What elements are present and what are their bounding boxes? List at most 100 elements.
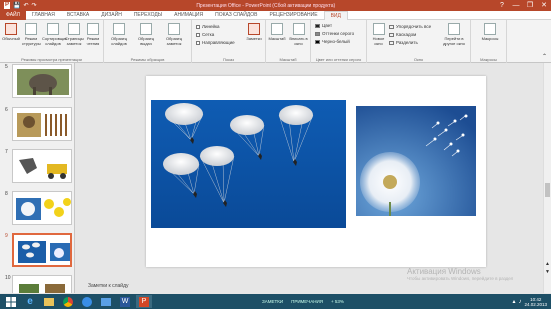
quick-access-toolbar: P 💾 ↶ ↷ <box>4 2 37 9</box>
start-button[interactable] <box>3 295 19 308</box>
slide-master-button[interactable]: Образец слайдов <box>107 23 131 46</box>
title-bar: P 💾 ↶ ↷ Презентация Office - PowerPoint … <box>0 0 551 11</box>
tab-animations[interactable]: АНИМАЦИЯ <box>168 11 209 20</box>
parachute-picture[interactable] <box>151 100 346 228</box>
scrollbar-thumb[interactable] <box>545 183 550 197</box>
group-macros: Макросы Макросы <box>471 20 507 63</box>
group-window: Новое окно Упорядочить все Каскадом Разд… <box>367 20 471 63</box>
current-slide[interactable] <box>146 76 486 267</box>
comments-toggle[interactable]: ПРИМЕЧАНИЯ <box>291 299 323 304</box>
group-label: Макросы <box>480 57 497 62</box>
ruler-checkbox[interactable]: Линейка <box>196 24 220 29</box>
file-explorer-icon[interactable] <box>41 295 57 308</box>
notes-page-button[interactable]: Страницы заметок <box>65 23 84 46</box>
checkbox-box <box>196 40 200 45</box>
save-icon[interactable]: 💾 <box>13 2 20 9</box>
grayscale-option[interactable]: Оттенки серого <box>315 31 354 36</box>
arrange-icon <box>389 24 394 29</box>
group-label: Режимы просмотра презентации <box>21 57 82 62</box>
outline-view-button[interactable]: Режим структуры <box>22 23 41 46</box>
media-icon[interactable] <box>79 295 95 308</box>
handout-master-icon <box>140 23 152 35</box>
tab-transitions[interactable]: ПЕРЕХОДЫ <box>128 11 168 20</box>
switch-windows-icon <box>448 23 460 35</box>
bw-option[interactable]: Черно-белый <box>315 39 350 44</box>
tab-slideshow[interactable]: ПОКАЗ СЛАЙДОВ <box>209 11 263 20</box>
watermark-title: Активация Windows <box>407 267 481 276</box>
folder-icon[interactable] <box>98 295 114 308</box>
volume-icon[interactable]: ♪ <box>518 299 521 305</box>
macros-button[interactable]: Макросы <box>479 23 501 41</box>
split-icon <box>389 40 394 45</box>
normal-view-button[interactable]: Обычный <box>2 23 20 41</box>
word-icon[interactable]: W <box>117 295 133 308</box>
powerpoint-icon: P <box>4 2 11 9</box>
tab-file[interactable]: ФАЙЛ <box>0 10 26 20</box>
window-title: Презентация Office - PowerPoint (Сбой ак… <box>196 2 336 9</box>
powerpoint-taskbar-icon[interactable]: P <box>136 295 152 308</box>
group-presentation-views: Обычный Режим структуры Сортировщик слай… <box>0 20 104 63</box>
notes-toggle[interactable]: ЗАМЕТКИ <box>262 299 283 304</box>
slide-thumbnails-pane[interactable]: 5 6 7 8 9 10 <box>0 63 75 293</box>
cascade-button[interactable]: Каскадом <box>389 32 416 37</box>
checkbox-box <box>196 32 200 37</box>
guides-checkbox[interactable]: Направляющие <box>196 40 235 45</box>
windows-taskbar: e W P ЗАМЕТКИ ПРИМЕЧАНИЯ + 53% ▴ ♪ 10:42… <box>0 294 551 309</box>
switch-windows-button[interactable]: Перейти в другое окно <box>439 23 469 46</box>
undo-icon[interactable]: ↶ <box>24 2 29 9</box>
cascade-icon <box>389 32 394 37</box>
internet-explorer-icon[interactable]: e <box>22 295 38 308</box>
tab-design[interactable]: ДИЗАЙН <box>95 11 128 20</box>
collapse-ribbon-icon[interactable]: ⌃ <box>542 53 547 60</box>
slide-preview <box>12 191 72 225</box>
macros-icon <box>484 23 496 35</box>
window-controls: ? — ❐ ✕ <box>495 0 551 11</box>
ribbon: Обычный Режим структуры Сортировщик слай… <box>0 20 551 63</box>
tab-review[interactable]: РЕЦЕНЗИРОВАНИЕ <box>263 11 323 20</box>
color-option[interactable]: Цвет <box>315 23 332 28</box>
group-master-views: Образец слайдов Образец выдач Образец за… <box>104 20 192 63</box>
activation-watermark: Активация Windows Чтобы активировать Win… <box>407 267 547 281</box>
notes-master-button[interactable]: Образец заметок <box>162 23 186 46</box>
vertical-scrollbar[interactable]: ▲ ▼ <box>543 63 551 293</box>
close-button[interactable]: ✕ <box>537 0 551 11</box>
fit-to-window-button[interactable]: Вписать в окно <box>288 23 309 46</box>
dandelion-picture[interactable] <box>356 106 476 216</box>
tab-insert[interactable]: ВСТАВКА <box>61 11 95 20</box>
reading-view-button[interactable]: Режим чтения <box>84 23 102 46</box>
split-button[interactable]: Разделить <box>389 40 418 45</box>
slide-preview <box>12 275 72 293</box>
slide-sorter-button[interactable]: Сортировщик слайдов <box>42 23 67 46</box>
grid-checkbox[interactable]: Сетка <box>196 32 214 37</box>
ribbon-tabs: ФАЙЛ ГЛАВНАЯ ВСТАВКА ДИЗАЙН ПЕРЕХОДЫ АНИ… <box>0 10 551 20</box>
clock[interactable]: 10:42 24.02.2013 <box>524 297 547 307</box>
grayscale-swatch-icon <box>315 31 320 36</box>
color-swatch-icon <box>315 23 320 28</box>
tab-view[interactable]: ВИД <box>323 10 348 20</box>
outline-view-icon <box>25 23 37 35</box>
slide-sorter-icon <box>47 23 59 35</box>
handout-master-button[interactable]: Образец выдач <box>134 23 158 46</box>
tab-home[interactable]: ГЛАВНАЯ <box>26 11 61 20</box>
watermark-subtitle: Чтобы активировать Windows, перейдите в … <box>407 276 514 281</box>
chrome-icon[interactable] <box>60 295 76 308</box>
zoom-button[interactable]: Масштаб <box>268 23 286 41</box>
notes-pane[interactable]: Заметки к слайду <box>76 282 456 291</box>
slide-preview <box>12 107 72 141</box>
checkbox-box <box>196 24 200 29</box>
slide-preview <box>12 233 72 267</box>
notes-icon <box>248 23 260 35</box>
zoom-level[interactable]: + 53% <box>331 299 344 304</box>
minimize-button[interactable]: — <box>509 0 523 11</box>
windows-logo-icon <box>6 296 16 307</box>
network-icon[interactable]: ▴ <box>512 298 515 305</box>
group-label: Режимы образцов <box>130 57 165 62</box>
bw-swatch-icon <box>315 39 320 44</box>
fit-to-window-icon <box>292 23 305 35</box>
new-window-button[interactable]: Новое окно <box>370 23 387 46</box>
help-button[interactable]: ? <box>495 0 509 11</box>
restore-button[interactable]: ❐ <box>523 0 537 11</box>
arrange-all-button[interactable]: Упорядочить все <box>389 24 431 29</box>
notes-button[interactable]: Заметки <box>244 23 264 41</box>
group-show: Линейка Сетка Направляющие Заметки Показ <box>192 20 266 63</box>
